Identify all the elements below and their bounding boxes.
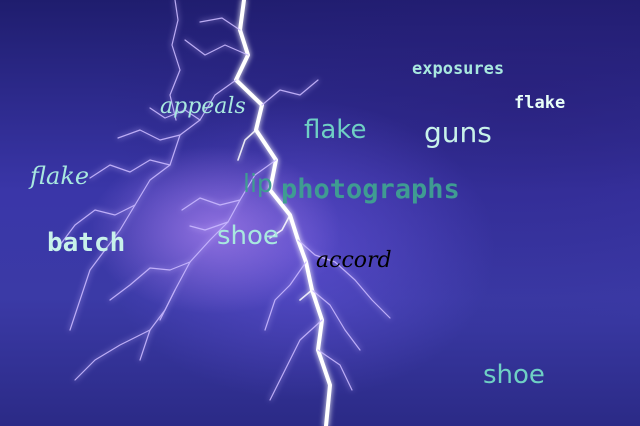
word-shoe-bottom: shoe [483, 360, 545, 390]
word-batch: batch [47, 228, 126, 258]
word-flake-left: flake [30, 162, 90, 190]
word-flake-top-right: flake [514, 93, 566, 113]
word-lip: lip [243, 169, 273, 198]
word-shoe-center: shoe [217, 221, 279, 251]
lightning-photo: exposures flake appeals flake guns flake… [0, 0, 640, 426]
word-appeals: appeals [160, 94, 246, 119]
word-accord: accord [316, 248, 392, 273]
word-flake-center: flake [304, 115, 367, 145]
word-exposures: exposures [412, 59, 505, 79]
main-bolt [234, 0, 332, 426]
word-guns: guns [424, 116, 492, 149]
word-photographs: photographs [281, 174, 460, 205]
